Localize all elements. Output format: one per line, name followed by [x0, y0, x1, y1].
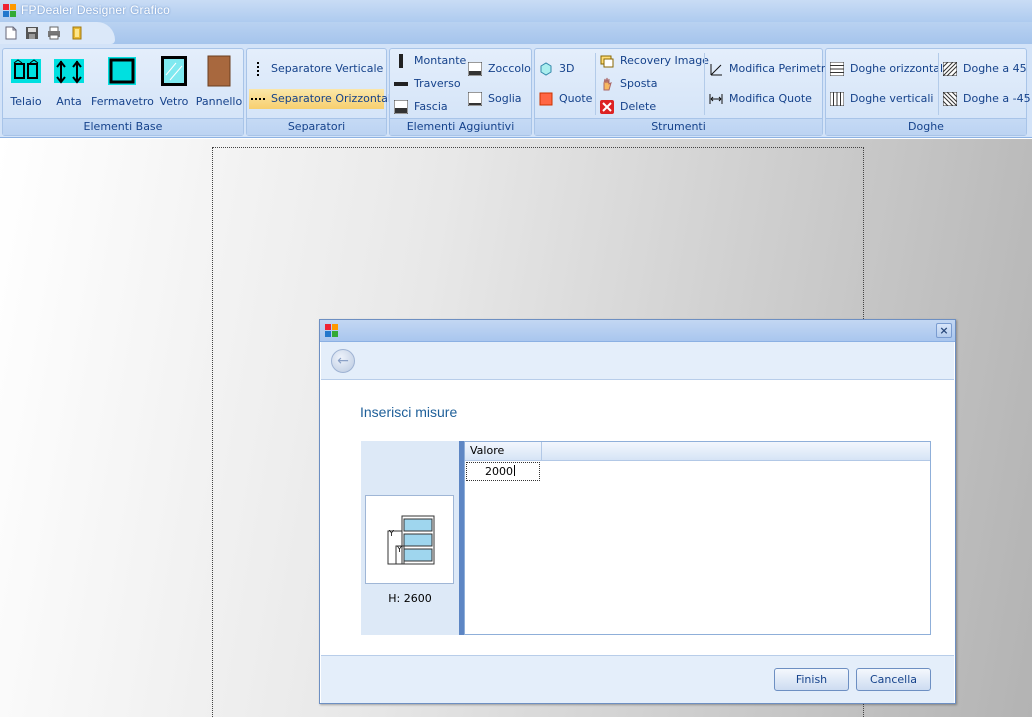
- window-preview: Y Y: [365, 495, 454, 584]
- horizontal-separator-icon: [251, 98, 265, 100]
- delete-button[interactable]: Delete: [598, 97, 704, 117]
- valore-cell-editor[interactable]: 2000: [466, 462, 540, 481]
- group-separatori: Separatore Verticale Separatore Orizzont…: [246, 48, 398, 136]
- fermavetro-button[interactable]: Fermavetro: [91, 51, 154, 115]
- horizontal-slats-icon: [830, 62, 844, 76]
- 3d-icon: [540, 62, 552, 76]
- zoccolo-icon: [468, 62, 482, 76]
- exit-icon[interactable]: [70, 26, 84, 40]
- vetro-button[interactable]: Vetro: [155, 51, 193, 115]
- anta-icon: [54, 59, 84, 84]
- traverso-icon: [394, 82, 408, 86]
- pannello-button[interactable]: Pannello: [195, 51, 243, 115]
- vertical-separator-icon: [257, 62, 259, 76]
- pannello-icon: [207, 55, 231, 87]
- sposta-button[interactable]: Sposta: [598, 74, 704, 94]
- window-title: FPDealer Designer Grafico: [21, 3, 171, 17]
- dialog-footer: Finish Cancella: [321, 655, 954, 703]
- finish-button[interactable]: Finish: [774, 668, 849, 691]
- save-icon[interactable]: [25, 26, 39, 40]
- dialog-title-bar: ×: [320, 320, 955, 342]
- montante-icon: [399, 54, 403, 68]
- group-label: Doghe: [826, 118, 1026, 135]
- anta-button[interactable]: Anta: [49, 51, 89, 115]
- soglia-button[interactable]: Soglia: [466, 89, 530, 109]
- group-strumenti: 3D Quote Recovery Image Sposta Delete Mo…: [534, 48, 832, 136]
- doghe-45-button[interactable]: Doghe a 45: [941, 59, 1027, 79]
- preview-pane: Y Y H: 2600: [361, 441, 459, 635]
- reverse-diagonal-slats-icon: [943, 92, 957, 106]
- telaio-icon: [11, 59, 41, 83]
- diagonal-slats-icon: [943, 62, 957, 76]
- vetro-icon: [161, 56, 187, 86]
- recovery-image-button[interactable]: Recovery Image: [598, 51, 709, 71]
- separatore-orizzontale-button[interactable]: Separatore Orizzontale: [249, 89, 398, 109]
- measure-dialog: × ← Inserisci misure Y Y H: 2600 Valore …: [319, 319, 956, 704]
- svg-text:Y: Y: [388, 529, 394, 538]
- window-preview-icon: Y Y: [387, 515, 435, 565]
- fascia-button[interactable]: Fascia: [392, 97, 464, 117]
- delete-icon: [600, 100, 614, 114]
- group-label: Strumenti: [535, 118, 822, 135]
- montante-button[interactable]: Montante: [392, 51, 466, 71]
- fascia-icon: [394, 100, 408, 114]
- new-document-icon[interactable]: [4, 26, 18, 40]
- perimeter-icon: [710, 64, 722, 76]
- ribbon: Telaio Anta Fermavetro Vetro Pannello El…: [0, 44, 1032, 138]
- group-elementi-base: Telaio Anta Fermavetro Vetro Pannello El…: [2, 48, 244, 136]
- hand-icon: [603, 77, 612, 91]
- measures-grid: Valore 2000: [464, 441, 931, 635]
- dimension-icon: [709, 94, 723, 104]
- window-title-bar: FPDealer Designer Grafico: [0, 0, 1032, 22]
- group-label: Elementi Base: [3, 118, 243, 135]
- wizard-nav-bar: ←: [321, 342, 954, 380]
- quote-button[interactable]: Quote: [537, 89, 593, 109]
- back-button[interactable]: ←: [331, 349, 355, 373]
- traverso-button[interactable]: Traverso: [392, 74, 464, 94]
- group-label: Elementi Aggiuntivi: [390, 118, 531, 135]
- telaio-button[interactable]: Telaio: [5, 51, 47, 115]
- doghe-orizzontali-button[interactable]: Doghe orizzontali: [828, 59, 946, 79]
- recovery-image-icon: [600, 55, 614, 68]
- cancel-button[interactable]: Cancella: [856, 668, 931, 691]
- soglia-icon: [468, 92, 482, 106]
- quote-icon: [539, 92, 553, 106]
- separatore-verticale-button[interactable]: Separatore Verticale: [249, 59, 384, 79]
- print-icon[interactable]: [47, 26, 61, 40]
- zoccolo-button[interactable]: Zoccolo: [466, 59, 531, 79]
- doghe-verticali-button[interactable]: Doghe verticali: [828, 89, 938, 109]
- group-doghe: Doghe orizzontali Doghe verticali Doghe …: [825, 48, 1031, 136]
- quick-access-toolbar: [0, 22, 1032, 44]
- height-label: H: 2600: [388, 592, 432, 605]
- dialog-heading: Inserisci misure: [360, 404, 458, 420]
- close-button[interactable]: ×: [936, 323, 952, 338]
- svg-text:Y: Y: [396, 545, 402, 554]
- group-elementi-aggiuntivi: Montante Traverso Fascia Zoccolo Soglia …: [389, 48, 532, 136]
- 3d-button[interactable]: 3D: [537, 59, 589, 79]
- app-icon: [325, 324, 338, 337]
- app-icon: [3, 4, 16, 17]
- grid-header: Valore: [465, 442, 930, 461]
- column-header-valore[interactable]: Valore: [465, 442, 542, 461]
- vertical-slats-icon: [830, 92, 844, 106]
- modifica-quote-button[interactable]: Modifica Quote: [707, 89, 821, 109]
- group-label: Separatori: [247, 118, 386, 135]
- doghe-minus-45-button[interactable]: Doghe a -45: [941, 89, 1031, 109]
- modifica-perimetro-button[interactable]: Modifica Perimetro: [707, 59, 832, 79]
- fermavetro-icon: [108, 57, 136, 85]
